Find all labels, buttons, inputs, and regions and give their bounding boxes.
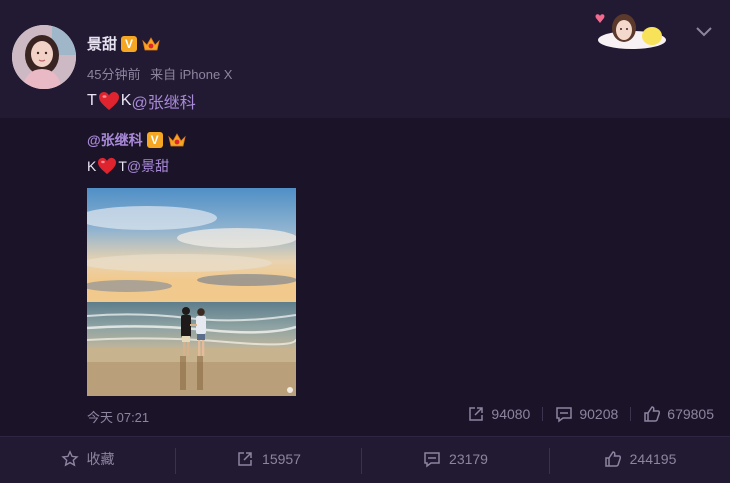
heart-emoji-icon xyxy=(98,92,119,110)
post-text-prefix: T xyxy=(87,92,97,109)
stat-divider xyxy=(630,407,632,421)
repost-text-mid: T xyxy=(118,158,127,174)
crown-member-icon xyxy=(167,133,186,147)
repost-text-prefix: K xyxy=(87,158,97,174)
heart-emoji-icon xyxy=(98,157,117,175)
author-name[interactable]: 景甜 xyxy=(87,33,117,54)
like-count: 244195 xyxy=(629,451,677,467)
verified-v-icon: V xyxy=(121,35,138,52)
favorite-button[interactable]: 收藏 xyxy=(0,436,175,482)
repost-icon xyxy=(238,452,252,466)
repost-author-name[interactable]: @张继科 xyxy=(87,130,143,150)
mention-link[interactable]: @景甜 xyxy=(127,156,169,176)
comment-count: 23179 xyxy=(449,451,488,467)
star-icon xyxy=(60,450,79,467)
thumbs-up-icon xyxy=(644,406,661,422)
repost-button[interactable]: 15957 xyxy=(176,436,361,482)
repost-like-count[interactable]: 679805 xyxy=(643,405,714,423)
stat-divider xyxy=(542,407,544,421)
avatar[interactable] xyxy=(12,25,76,89)
crown-member-icon xyxy=(142,36,160,50)
repost-stats: 94080 90208 679805 xyxy=(467,405,714,423)
thumbs-up-icon xyxy=(604,451,621,467)
repost-count: 15957 xyxy=(262,451,301,467)
repost-icon xyxy=(469,407,484,421)
post-text: T K @张继科 xyxy=(87,89,196,113)
mention-link[interactable]: @张继科 xyxy=(131,89,195,113)
post-photo[interactable] xyxy=(87,188,296,396)
post-text-mid: K xyxy=(120,92,132,109)
post-author: 景甜 V xyxy=(87,33,161,54)
verified-v-icon: V xyxy=(146,132,163,148)
chevron-down-icon[interactable] xyxy=(694,24,714,38)
comment-button[interactable]: 23179 xyxy=(362,436,549,482)
repost-comment-count[interactable]: 90208 xyxy=(555,405,618,423)
post-time[interactable]: 45分钟前 xyxy=(87,67,140,82)
repost-comment-label: 90208 xyxy=(579,406,619,422)
repost-time[interactable]: 今天 07:21 xyxy=(87,407,149,426)
post-meta: 45分钟前 来自 iPhone X xyxy=(87,64,232,83)
post-source: 来自 iPhone X xyxy=(150,67,233,82)
comment-icon xyxy=(424,452,440,468)
like-button[interactable]: 244195 xyxy=(550,436,730,482)
favorite-label: 收藏 xyxy=(86,451,115,467)
repost-like-label: 679805 xyxy=(667,406,714,422)
card-decoration-icon xyxy=(595,14,666,49)
repost-repost-label: 94080 xyxy=(491,406,531,422)
repost-author: @张继科 V xyxy=(87,130,187,150)
repost-repost-count[interactable]: 94080 xyxy=(467,405,530,423)
comment-icon xyxy=(556,407,573,423)
repost-text: K T @景甜 xyxy=(87,156,169,176)
